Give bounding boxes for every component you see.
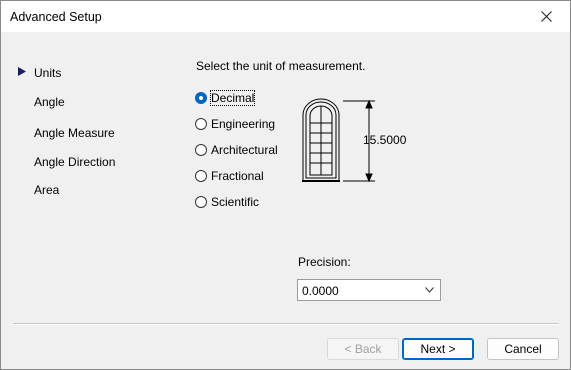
sidebar-item-angle[interactable]: Angle — [34, 95, 65, 109]
close-icon — [541, 11, 552, 22]
radio-label: Scientific — [211, 195, 260, 209]
radio-button[interactable] — [195, 196, 207, 208]
radio-button[interactable] — [195, 92, 207, 104]
divider — [13, 323, 559, 325]
radio-label: Decimal — [209, 90, 256, 106]
next-button[interactable]: Next > — [402, 338, 474, 360]
precision-label: Precision: — [298, 255, 351, 269]
sidebar-item-angle-measure[interactable]: Angle Measure — [34, 126, 115, 140]
sidebar-item-angle-direction[interactable]: Angle Direction — [34, 155, 115, 169]
precision-value: 0.0000 — [302, 284, 339, 298]
preview-measurement: 15.5000 — [363, 133, 407, 147]
radio-label: Engineering — [211, 117, 276, 131]
radio-label: Architectural — [211, 143, 278, 157]
precision-dropdown[interactable]: 0.0000 — [297, 279, 441, 301]
dialog-title: Advanced Setup — [10, 10, 102, 24]
back-button[interactable]: < Back — [327, 338, 399, 360]
units-prompt: Select the unit of measurement. — [196, 59, 366, 73]
chevron-down-icon — [425, 287, 434, 293]
sidebar-item-units[interactable]: Units — [34, 66, 61, 80]
radio-label: Fractional — [211, 169, 264, 183]
radio-button[interactable] — [195, 118, 207, 130]
title-bar: Advanced Setup — [1, 1, 570, 32]
advanced-setup-dialog: Advanced Setup Units Angle Angle Measure… — [0, 0, 571, 370]
cancel-button[interactable]: Cancel — [487, 338, 559, 360]
current-step-arrow-icon — [18, 67, 26, 76]
radio-button[interactable] — [195, 170, 207, 182]
radio-button[interactable] — [195, 144, 207, 156]
sidebar-item-area[interactable]: Area — [34, 183, 59, 197]
close-button[interactable] — [524, 1, 570, 32]
